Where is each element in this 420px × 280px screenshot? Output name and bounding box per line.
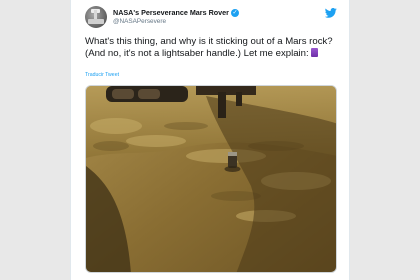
twitter-bird-icon[interactable] bbox=[325, 8, 337, 18]
author-display-name[interactable]: NASA's Perseverance Mars Rover bbox=[113, 8, 229, 17]
purple-book-emoji-icon bbox=[310, 48, 318, 57]
avatar[interactable] bbox=[85, 6, 107, 28]
verified-badge-icon: ✓ bbox=[230, 8, 239, 17]
translate-tweet-link[interactable]: Traducir Tweet bbox=[85, 72, 119, 78]
author-name-row[interactable]: NASA's Perseverance Mars Rover ✓ bbox=[113, 8, 239, 17]
mars-photo-image bbox=[86, 86, 336, 272]
author-handle[interactable]: @NASAPersevere bbox=[113, 18, 166, 25]
tweet-header: NASA's Perseverance Mars Rover ✓ @NASAPe… bbox=[85, 6, 337, 30]
tweet-card: NASA's Perseverance Mars Rover ✓ @NASAPe… bbox=[70, 0, 350, 280]
tweet-text: What's this thing, and why is it stickin… bbox=[85, 36, 343, 60]
tweet-media-photo[interactable] bbox=[85, 85, 337, 273]
tweet-body: What's this thing, and why is it stickin… bbox=[85, 36, 333, 59]
